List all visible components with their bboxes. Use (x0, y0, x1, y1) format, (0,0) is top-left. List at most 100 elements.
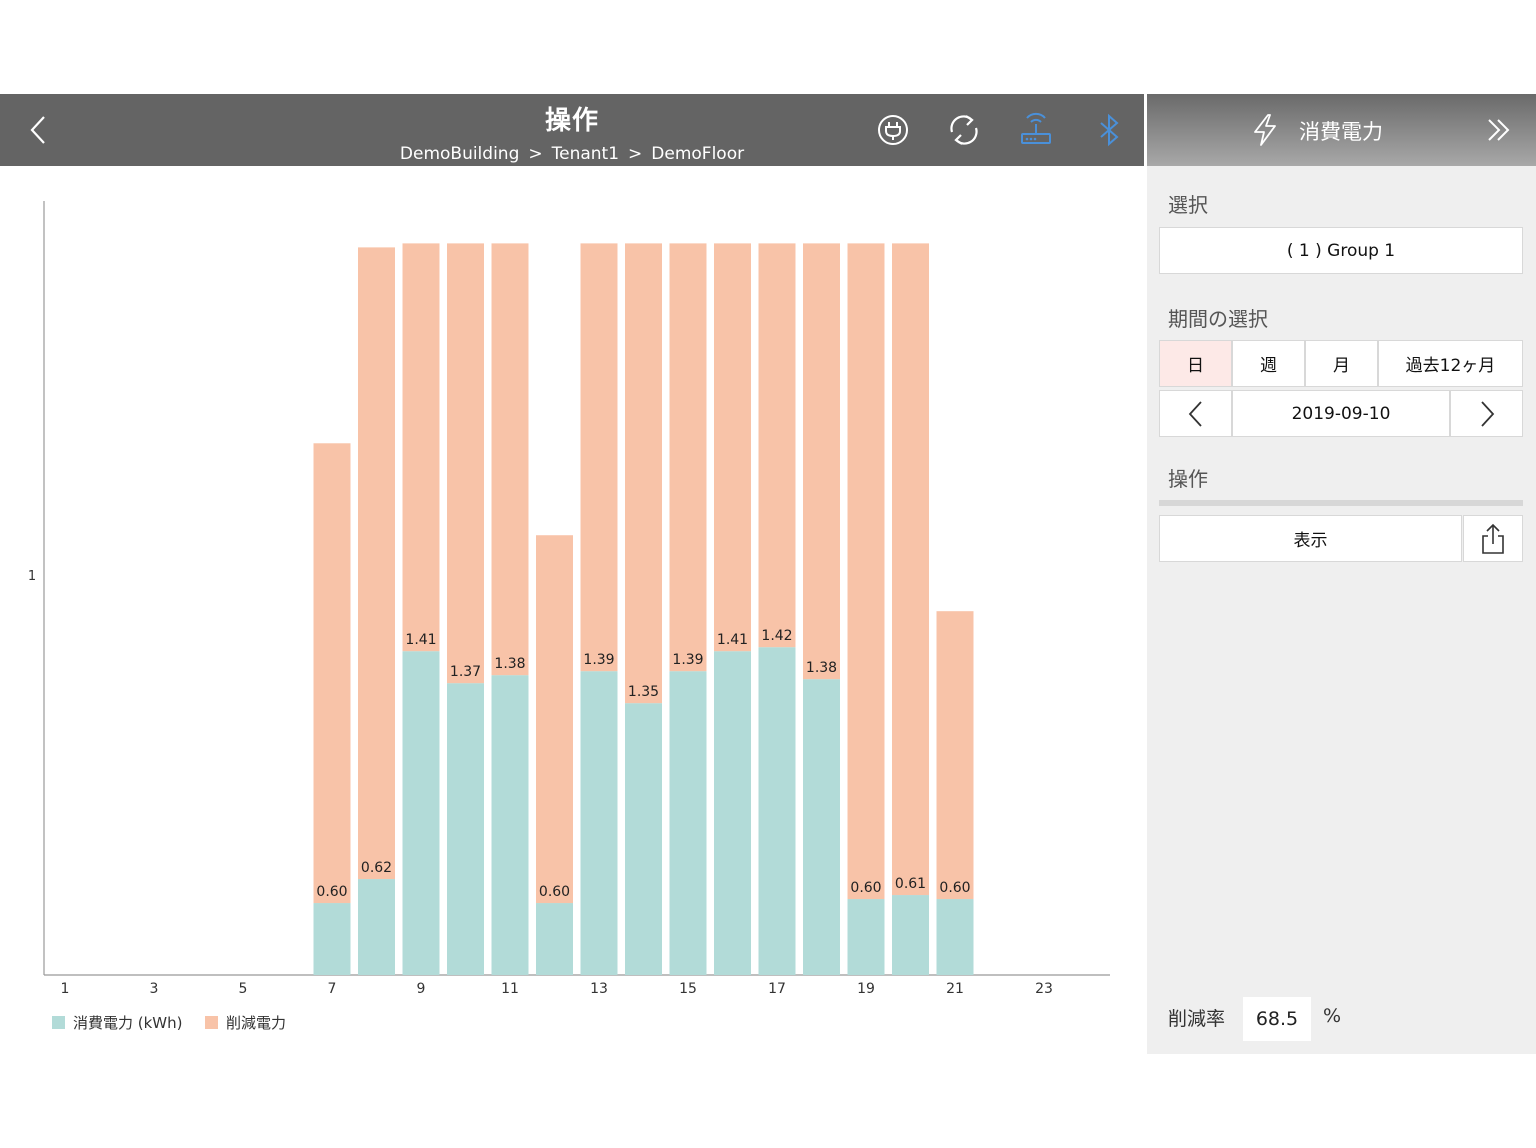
bar-reduction (491, 243, 529, 676)
x-tick-label: 3 (150, 981, 159, 997)
legend-item-consumption: 消費電力 (kWh) (52, 1012, 183, 1033)
breadcrumb-separator: > (528, 144, 543, 164)
bar-reduction (758, 243, 796, 648)
bar-consumption (714, 651, 751, 975)
refresh-icon (950, 115, 978, 145)
legend-item-reduction: 削減電力 (205, 1012, 286, 1033)
date-display[interactable]: 2019-09-10 (1232, 390, 1450, 437)
data-label: 0.60 (939, 880, 970, 896)
bar-consumption (491, 675, 529, 975)
lightning-icon (1254, 114, 1276, 146)
bar-reduction (714, 243, 751, 652)
x-tick-label: 19 (857, 981, 875, 997)
bar-reduction (936, 611, 974, 900)
panel-header: 消費電力 (1147, 94, 1536, 166)
bar-reduction (847, 243, 885, 900)
bar-consumption (625, 703, 662, 975)
group-select[interactable]: ( 1 ) Group 1 (1159, 227, 1523, 274)
chevron-right-icon (1480, 400, 1494, 427)
reduction-rate-value: 68.5 (1243, 997, 1311, 1041)
data-label: 0.60 (850, 880, 881, 896)
data-label: 0.61 (895, 876, 926, 892)
prev-date-button[interactable] (1159, 390, 1232, 437)
operation-label: 操作 (1168, 467, 1208, 491)
x-tick-label: 7 (328, 981, 337, 997)
data-label: 1.41 (717, 632, 748, 648)
bar-reduction (447, 243, 484, 684)
operation-progress-bar (1159, 500, 1523, 506)
reduction-rate-label: 削減率 (1168, 1008, 1226, 1030)
bar-reduction (625, 243, 662, 704)
data-label: 1.41 (405, 632, 436, 648)
data-label: 1.37 (450, 664, 481, 680)
period-month-tab[interactable]: 月 (1305, 340, 1378, 387)
x-tick-label: 11 (501, 981, 519, 997)
plug-icon (878, 115, 908, 145)
bar-consumption (536, 903, 573, 975)
top-bar: 操作 DemoBuilding > Tenant1 > DemoFloor (0, 94, 1144, 166)
x-tick-label: 17 (768, 981, 786, 997)
x-tick-label: 13 (590, 981, 608, 997)
x-tick-label: 21 (946, 981, 964, 997)
refresh-button[interactable] (944, 110, 984, 150)
bar-reduction (358, 247, 395, 880)
data-label: 1.42 (761, 628, 792, 644)
bar-reduction (580, 243, 618, 672)
period-week-tab[interactable]: 週 (1232, 340, 1305, 387)
bar-reduction (313, 443, 351, 904)
panel-title: 消費電力 (1299, 120, 1383, 144)
bar-consumption (669, 671, 707, 975)
legend-label-reduction: 削減電力 (226, 1014, 287, 1032)
period-12months-tab[interactable]: 過去12ヶ月 (1378, 340, 1523, 387)
bar-consumption (447, 683, 484, 975)
breadcrumb-floor[interactable]: DemoFloor (651, 144, 744, 164)
double-chevron-right-icon[interactable] (1483, 114, 1515, 146)
breadcrumb-tenant[interactable]: Tenant1 (552, 144, 619, 164)
bar-consumption (358, 879, 395, 975)
data-label: 0.60 (539, 884, 570, 900)
legend-label-consumption: 消費電力 (kWh) (73, 1014, 183, 1032)
bar-consumption (847, 899, 885, 975)
bar-consumption (892, 895, 929, 975)
bar-consumption (402, 651, 440, 975)
data-label: 0.62 (361, 860, 392, 876)
bar-reduction (892, 243, 929, 896)
bar-consumption (313, 903, 351, 975)
x-tick-label: 15 (679, 981, 697, 997)
breadcrumb-separator: > (628, 144, 643, 164)
bar-reduction (803, 243, 840, 680)
bar-reduction (402, 243, 440, 652)
period-day-tab[interactable]: 日 (1159, 340, 1232, 387)
y-tick-label: 1 (28, 569, 36, 584)
data-label: 1.39 (583, 652, 614, 668)
legend-swatch-consumption (52, 1016, 65, 1029)
bar-consumption (758, 647, 796, 975)
legend-swatch-reduction (205, 1016, 218, 1029)
plug-button[interactable] (873, 110, 913, 150)
data-label: 1.38 (806, 660, 837, 676)
bar-reduction (536, 535, 573, 904)
bluetooth-icon (1100, 113, 1119, 147)
x-tick-label: 9 (417, 981, 426, 997)
share-icon (1482, 523, 1504, 554)
display-button[interactable]: 表示 (1159, 515, 1462, 562)
reduction-rate-unit: % (1323, 1005, 1342, 1027)
router-icon (1021, 112, 1051, 144)
x-tick-label: 5 (239, 981, 248, 997)
export-button[interactable] (1463, 515, 1523, 562)
data-label: 0.60 (316, 884, 347, 900)
bluetooth-button[interactable] (1090, 110, 1130, 150)
data-label: 1.38 (494, 656, 525, 672)
data-label: 1.39 (672, 652, 703, 668)
breadcrumb-building[interactable]: DemoBuilding (400, 144, 519, 164)
x-tick-label: 23 (1035, 981, 1053, 997)
selection-label: 選択 (1168, 193, 1208, 217)
data-label: 1.35 (628, 684, 659, 700)
bar-consumption (803, 679, 840, 975)
bar-consumption (580, 671, 618, 975)
chevron-left-icon (1188, 400, 1202, 427)
period-label: 期間の選択 (1168, 307, 1268, 331)
router-button[interactable] (1016, 110, 1056, 150)
x-tick-label: 1 (61, 981, 70, 997)
next-date-button[interactable] (1450, 390, 1523, 437)
